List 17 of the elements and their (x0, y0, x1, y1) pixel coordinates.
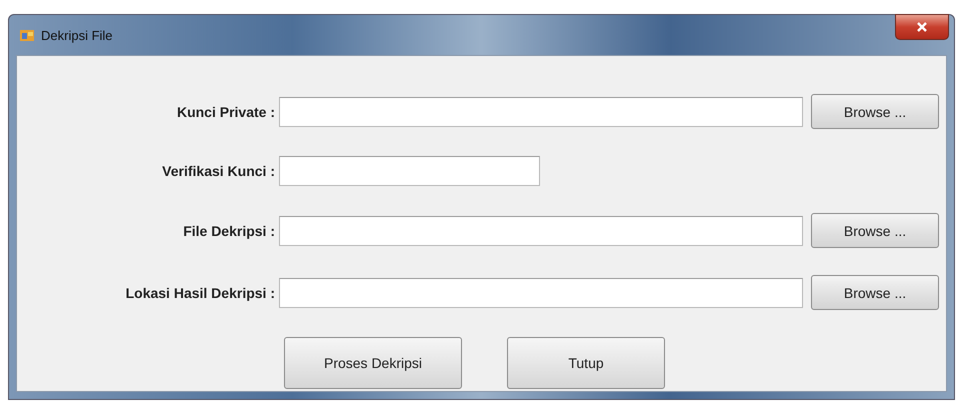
process-button[interactable]: Proses Dekripsi (284, 337, 462, 389)
field-label: Lokasi Hasil Dekripsi : (124, 284, 276, 300)
close-button[interactable] (895, 14, 949, 40)
field-label: Verifikasi Kunci : (161, 163, 276, 179)
input-field[interactable] (279, 96, 803, 126)
browse-button[interactable]: Browse ... (811, 275, 939, 310)
field-label: Kunci Private : (176, 104, 276, 120)
window-title: Dekripsi File (41, 28, 113, 42)
close-dialog-button[interactable]: Tutup (507, 337, 665, 389)
close-icon (916, 22, 928, 32)
app-icon (19, 27, 35, 43)
input-field[interactable] (279, 278, 803, 308)
browse-button[interactable]: Browse ... (811, 213, 939, 248)
input-field[interactable] (279, 216, 803, 246)
browse-button[interactable]: Browse ... (811, 94, 939, 129)
field-label: File Dekripsi : (182, 222, 276, 238)
input-field[interactable] (279, 156, 540, 186)
